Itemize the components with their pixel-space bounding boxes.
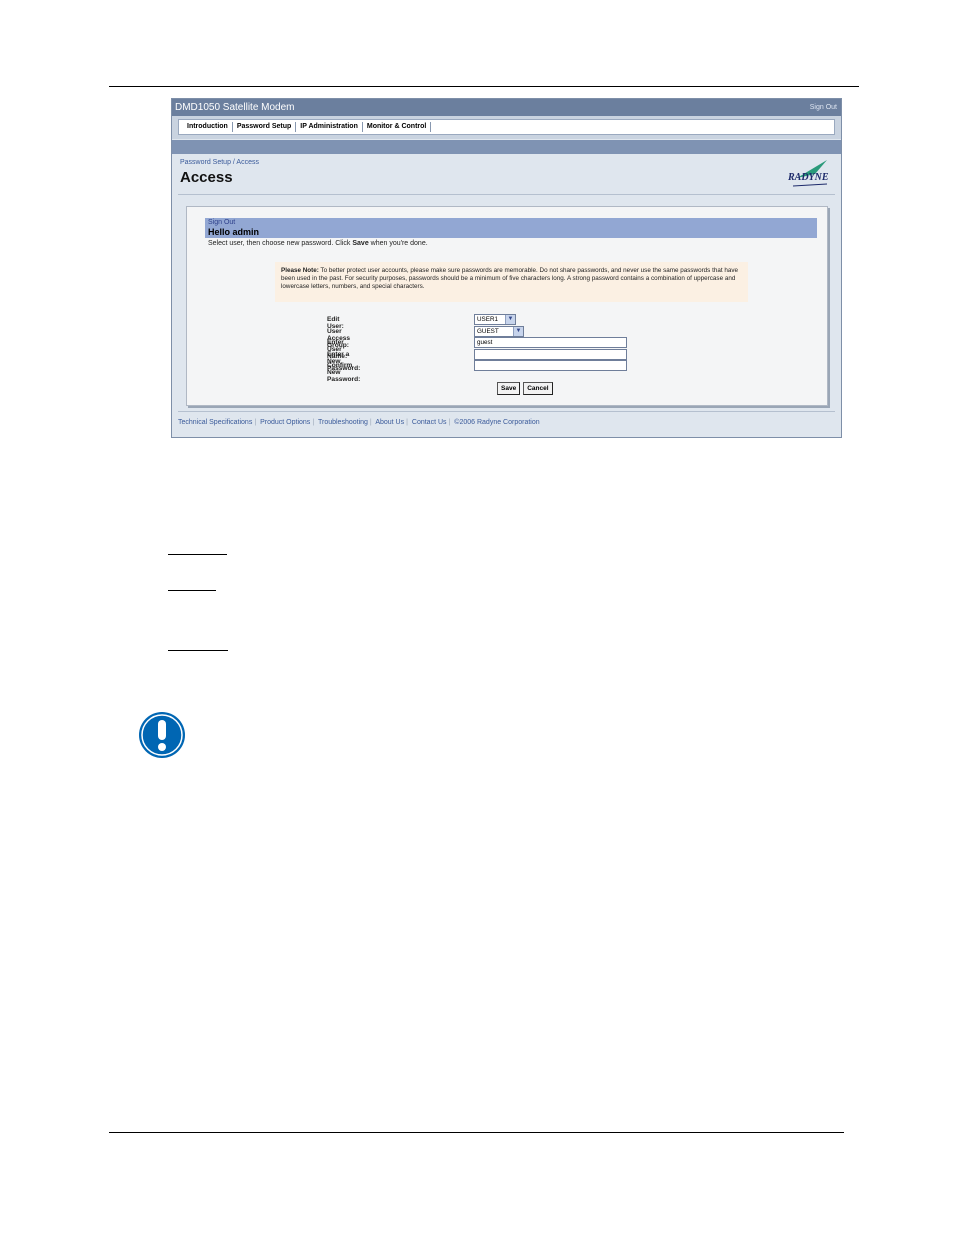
password-note: Please Note: To better protect user acco… [275, 262, 748, 302]
new-password-input[interactable] [474, 348, 627, 360]
logo-wordmark: RADYNE [788, 172, 829, 183]
cancel-button[interactable]: Cancel [523, 382, 553, 395]
note-label: Please Note: [281, 267, 319, 274]
confirm-password-label: Confirm New Password: [327, 362, 361, 383]
confirm-password-input[interactable] [474, 360, 627, 371]
main-nav: Introduction Password Setup IP Administr… [178, 119, 835, 135]
footer-link-troubleshooting[interactable]: Troubleshooting [318, 419, 368, 426]
underline-2 [168, 590, 216, 591]
exclamation-icon [139, 712, 185, 758]
page-footer: Technical Specifications | Product Option… [178, 411, 835, 426]
form-buttons: Save Cancel [497, 382, 553, 395]
footer-copyright: ©2006 Radyne Corporation [454, 419, 540, 426]
radyne-logo: RADYNE [787, 158, 831, 190]
greeting: Hello admin [208, 227, 260, 237]
panel-signout-link[interactable]: Sign Out [208, 219, 235, 226]
nav-item-monitor-control[interactable]: Monitor & Control [363, 122, 432, 132]
nav-item-ip-administration[interactable]: IP Administration [296, 122, 363, 132]
app-title: DMD1050 Satellite Modem [175, 102, 295, 113]
access-panel: Sign Out Hello admin Select user, then c… [186, 206, 828, 406]
edit-user-select[interactable]: USER1 ▼ [474, 314, 516, 325]
screenshot-frame: DMD1050 Satellite Modem Sign Out Introdu… [171, 98, 842, 438]
page-header: Password Setup / Access Access RADYNE [178, 154, 835, 195]
save-button[interactable]: Save [497, 382, 521, 395]
nav-item-password-setup[interactable]: Password Setup [233, 122, 297, 132]
user-name-input[interactable]: guest [474, 337, 627, 348]
chevron-down-icon[interactable]: ▼ [505, 315, 515, 324]
note-text: To better protect user accounts, please … [281, 267, 738, 290]
panel-header: Sign Out Hello admin [205, 218, 817, 238]
sub-nav-bar [172, 140, 841, 154]
page-top-rule [109, 86, 859, 87]
underline-1 [168, 554, 227, 555]
app-titlebar: DMD1050 Satellite Modem Sign Out [172, 99, 841, 116]
footer-link-tech-specs[interactable]: Technical Specifications [178, 419, 252, 426]
breadcrumb[interactable]: Password Setup / Access [180, 159, 259, 166]
footer-link-about-us[interactable]: About Us [375, 419, 404, 426]
chevron-down-icon[interactable]: ▼ [513, 326, 523, 336]
footer-link-product-options[interactable]: Product Options [260, 419, 310, 426]
page-title: Access [180, 169, 233, 186]
instruction-text: Select user, then choose new password. C… [208, 240, 428, 247]
access-group-select[interactable]: GUEST ▼ [474, 325, 524, 337]
top-signout-link[interactable]: Sign Out [810, 99, 837, 116]
nav-wrapper: Introduction Password Setup IP Administr… [172, 116, 841, 139]
page-bottom-rule [109, 1132, 844, 1133]
nav-item-introduction[interactable]: Introduction [183, 122, 233, 132]
underline-3 [168, 650, 228, 651]
footer-link-contact-us[interactable]: Contact Us [412, 419, 447, 426]
